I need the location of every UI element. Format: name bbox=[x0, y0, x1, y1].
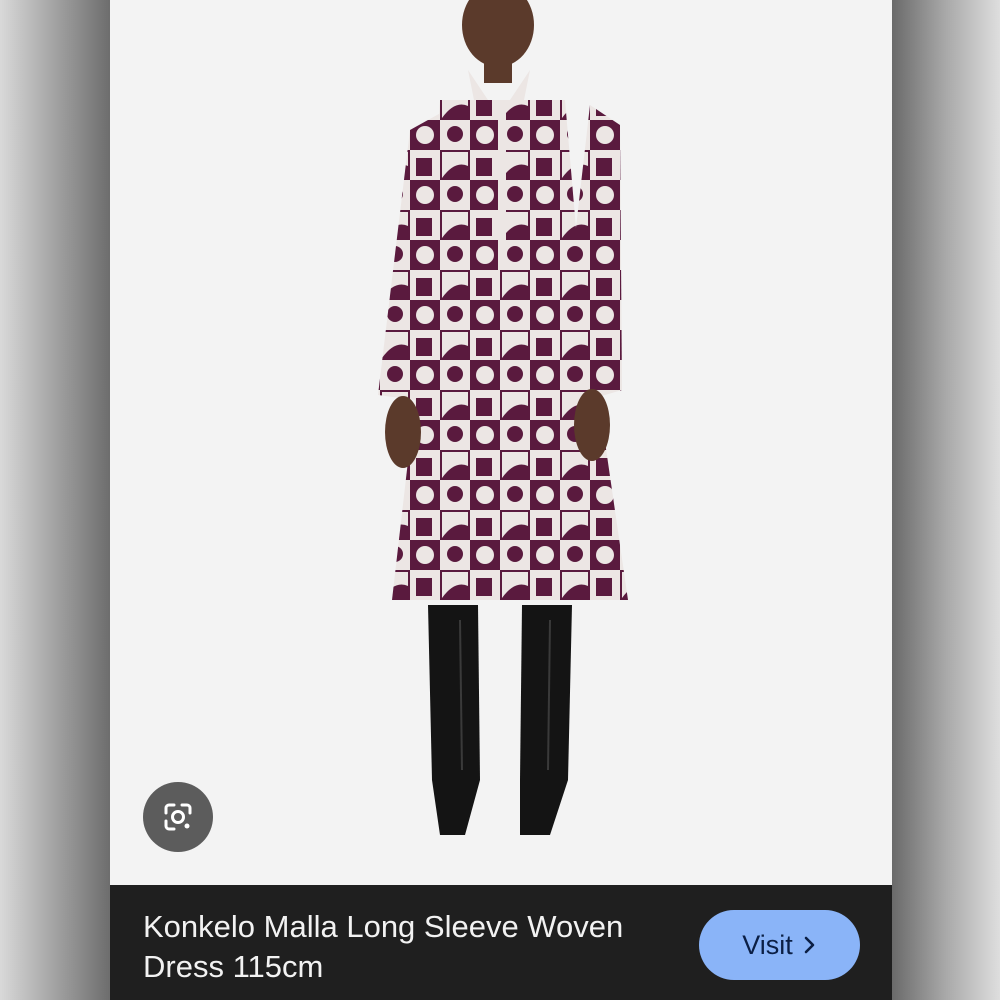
image-preview-frame: Konkelo Malla Long Sleeve Woven Dress 11… bbox=[110, 0, 892, 1000]
google-lens-icon bbox=[164, 803, 192, 831]
visit-button[interactable]: Visit bbox=[699, 910, 860, 980]
blurred-left-border bbox=[0, 0, 110, 1000]
chevron-right-icon bbox=[804, 936, 815, 954]
visit-label: Visit bbox=[742, 929, 793, 960]
google-lens-button[interactable] bbox=[143, 782, 213, 852]
product-title[interactable]: Konkelo Malla Long Sleeve Woven Dress 11… bbox=[143, 907, 683, 987]
result-caption-bar: Konkelo Malla Long Sleeve Woven Dress 11… bbox=[110, 885, 892, 1000]
product-photo[interactable] bbox=[110, 0, 892, 885]
model-in-dress-image bbox=[378, 0, 628, 835]
blurred-right-border bbox=[892, 0, 1000, 1000]
